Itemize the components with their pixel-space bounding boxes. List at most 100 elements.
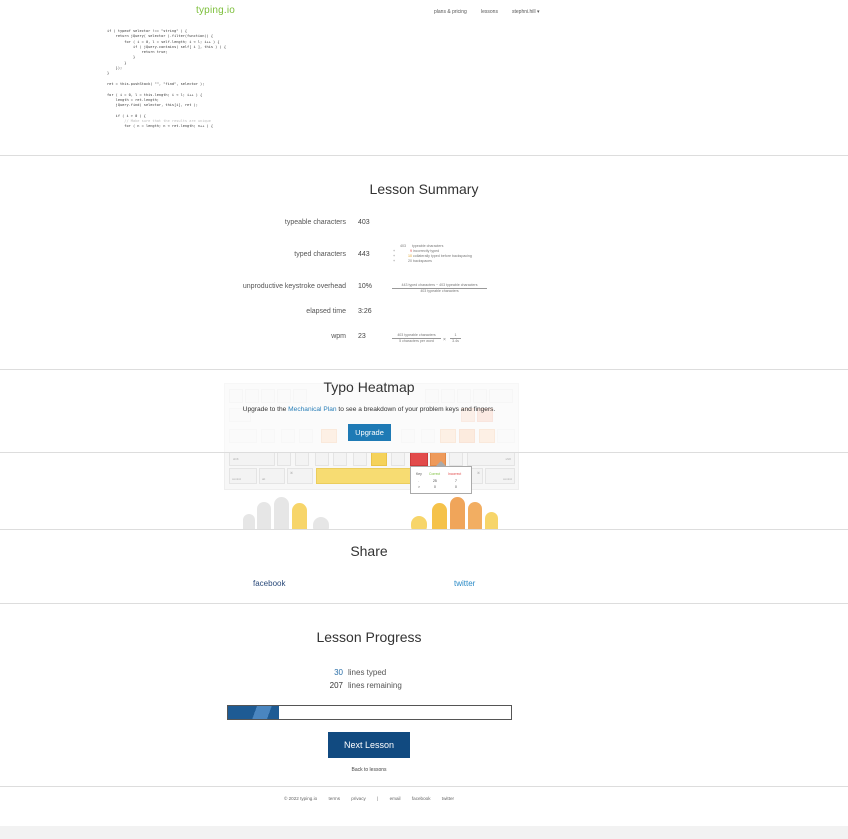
heatmap-title: Typo Heatmap	[323, 379, 415, 395]
overhead-formula: 443 typed characters − 403 typeable char…	[392, 283, 487, 294]
summary-value: 443	[358, 251, 370, 258]
tooltip-header-key: Key	[416, 472, 422, 476]
finger	[274, 497, 289, 529]
mechanical-plan-link[interactable]: Mechanical Plan	[288, 406, 336, 413]
divider	[0, 155, 848, 156]
key-label: shift	[233, 457, 239, 461]
summary-label: typed characters	[294, 251, 346, 258]
right-hand	[405, 492, 515, 529]
back-to-lessons-link[interactable]: Back to lessons	[0, 767, 738, 773]
summary-value: 23	[358, 333, 366, 340]
footer-link-facebook[interactable]: facebook	[412, 796, 431, 801]
formula-numerator: 443 typed characters − 403 typeable char…	[401, 283, 478, 287]
summary-label: wpm	[331, 333, 346, 340]
key-label: alt	[262, 477, 266, 481]
key	[315, 452, 329, 466]
divider	[0, 452, 848, 453]
finger	[485, 512, 498, 529]
upgrade-button[interactable]: Upgrade	[348, 424, 391, 441]
typed-breakdown: 403 typeable characters +9 incorrectly ty…	[393, 244, 472, 264]
progress-bar-stripe	[246, 706, 278, 719]
formula-denominator: 5 characters per word	[399, 338, 434, 343]
key	[353, 452, 367, 466]
divider	[0, 369, 848, 370]
footer: © 2022 typing.io terms privacy | email f…	[0, 796, 738, 801]
share-title: Share	[350, 543, 388, 559]
finger	[257, 502, 271, 529]
nav-plans-pricing[interactable]: plans & pricing	[434, 9, 467, 15]
tooltip-cell: 25	[433, 479, 437, 483]
finger	[292, 503, 307, 529]
lines-typed-label: lines typed	[348, 668, 387, 677]
summary-value: 3:26	[358, 308, 372, 315]
divider	[0, 529, 848, 530]
tooltip-cell: 7	[455, 479, 457, 483]
left-hand	[238, 492, 338, 529]
code-preview: if ( typeof selector !== "string" ) { re…	[107, 29, 226, 130]
lines-remaining-label: lines remaining	[348, 681, 402, 690]
summary-label: typeable characters	[284, 219, 346, 226]
breakdown-sign: +	[393, 259, 396, 263]
finger	[243, 514, 255, 529]
key-label: shift	[505, 457, 511, 461]
twitter-link[interactable]: twitter	[454, 579, 475, 588]
breakdown-text: incorrectly typed	[413, 249, 440, 253]
finger	[450, 497, 465, 529]
key	[277, 452, 291, 466]
upgrade-text: Upgrade to the Mechanical Plan to see a …	[0, 406, 738, 413]
tooltip-header-correct: Correct	[429, 472, 441, 476]
times-sign: ×	[443, 337, 446, 343]
code-line: for ( n = length; n < ret.length; n++ ) …	[107, 124, 214, 129]
summary-value: 403	[358, 219, 370, 226]
key-control-right: control	[485, 468, 515, 484]
wpm-formula-part1: 403 typeable characters 5 characters per…	[392, 333, 441, 344]
tooltip-cell: 0	[434, 485, 436, 489]
upgrade-suffix: to see a breakdown of your problem keys …	[336, 406, 496, 413]
tooltip-cell: .	[418, 479, 419, 483]
thumb	[411, 516, 427, 529]
tooltip-cell: >	[418, 485, 420, 489]
breakdown-num: 20	[408, 259, 412, 263]
summary-title: Lesson Summary	[369, 181, 479, 197]
divider	[0, 786, 848, 787]
tooltip-cell: 0	[455, 485, 457, 489]
facebook-link[interactable]: facebook	[253, 579, 285, 588]
key-control-left: control	[229, 468, 257, 484]
key-period	[410, 452, 428, 466]
upgrade-prefix: Upgrade to the	[242, 406, 289, 413]
footer-link-privacy[interactable]: privacy	[351, 796, 366, 801]
summary-label: elapsed time	[306, 308, 346, 315]
thumb	[313, 517, 329, 529]
lines-typed-count: 30	[334, 668, 343, 677]
finger	[432, 503, 447, 529]
formula-denominator: 3.4s	[452, 338, 459, 343]
bottom-bar	[0, 826, 848, 839]
wpm-formula-part2: 1 3.4s	[450, 333, 461, 344]
user-name: stephni.hill	[512, 9, 536, 15]
key-label: ⌘	[477, 471, 480, 475]
breakdown-text: collaterally typed before backspacing	[413, 254, 472, 258]
nav-lessons[interactable]: lessons	[481, 9, 498, 15]
key	[371, 452, 387, 466]
footer-link-email[interactable]: email	[390, 796, 401, 801]
logo[interactable]: typing.io	[196, 5, 235, 16]
tooltip-header-incorrect: Incorrect	[448, 472, 462, 476]
key-cmd-left: ⌘	[287, 468, 313, 484]
chevron-down-icon: ▾	[537, 9, 540, 15]
progress-title: Lesson Progress	[316, 629, 422, 645]
formula-denominator: 403 typeable characters	[420, 288, 459, 293]
footer-link-twitter[interactable]: twitter	[442, 796, 454, 801]
nav-user-menu[interactable]: stephni.hill ▾	[512, 9, 540, 15]
next-lesson-button[interactable]: Next Lesson	[328, 732, 410, 758]
key-label: control	[502, 477, 512, 481]
key	[333, 452, 347, 466]
footer-link-terms[interactable]: terms	[329, 796, 340, 801]
finger	[468, 502, 482, 529]
key-tooltip: Key Correct Incorrect . 25 7 > 0 0	[410, 466, 472, 494]
key	[449, 452, 463, 466]
key-shift-left: shift	[229, 452, 275, 466]
footer-copyright: © 2022 typing.io	[283, 796, 318, 801]
summary-label: unproductive keystroke overhead	[242, 283, 346, 290]
summary-value: 10%	[358, 283, 373, 290]
key-label: control	[232, 477, 242, 481]
